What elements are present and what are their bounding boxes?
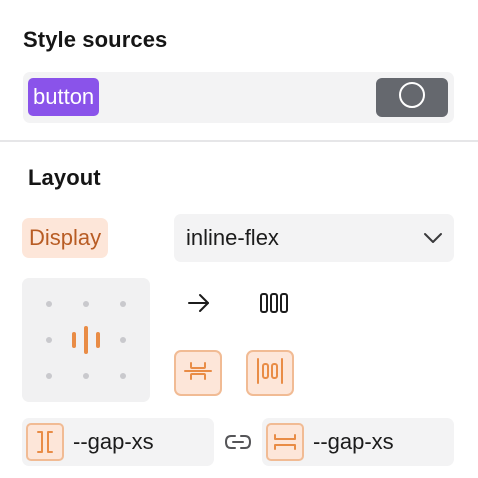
grid-dot[interactable] — [120, 301, 126, 307]
column-gap-value[interactable]: --gap-xs — [73, 418, 154, 466]
grid-dot[interactable] — [46, 373, 52, 379]
display-select-value: inline-flex — [186, 225, 279, 250]
align-items-center-button[interactable] — [174, 350, 222, 396]
row-gap-value[interactable]: --gap-xs — [313, 418, 394, 466]
column-gap-input[interactable]: --gap-xs — [22, 418, 214, 466]
align-bar — [84, 326, 88, 354]
justify-center-icon — [255, 356, 285, 391]
link-icon[interactable] — [222, 428, 254, 456]
align-bar — [72, 332, 76, 348]
style-source-token[interactable]: button — [28, 78, 100, 116]
arrow-right-icon[interactable] — [184, 288, 214, 318]
grid-dot[interactable] — [120, 337, 126, 343]
no-wrap-icon[interactable] — [256, 288, 292, 318]
grid-dot[interactable] — [120, 373, 126, 379]
layout-title: Layout — [28, 165, 101, 190]
display-label-text: Display — [29, 225, 102, 250]
grid-dot[interactable] — [46, 301, 52, 307]
style-sources-title: Style sources — [23, 27, 168, 52]
style-sources-input[interactable]: button — [23, 72, 454, 123]
circle-icon — [398, 81, 426, 114]
display-label[interactable]: Display — [22, 218, 109, 258]
alignment-grid[interactable] — [22, 278, 150, 402]
align-bar — [96, 332, 100, 348]
column-gap-icon[interactable] — [26, 423, 64, 461]
grid-dot[interactable] — [46, 337, 52, 343]
section-divider — [0, 140, 478, 142]
row-gap-input[interactable]: --gap-xs — [262, 418, 454, 466]
grid-dot[interactable] — [83, 373, 89, 379]
chevron-down-icon — [422, 227, 444, 255]
display-select[interactable]: inline-flex — [174, 214, 454, 262]
state-selector-button[interactable] — [376, 78, 448, 117]
style-source-token-label: button — [33, 84, 95, 109]
justify-content-center-button[interactable] — [246, 350, 294, 396]
row-gap-icon[interactable] — [266, 423, 304, 461]
align-center-icon — [183, 356, 213, 391]
grid-dot[interactable] — [83, 301, 89, 307]
